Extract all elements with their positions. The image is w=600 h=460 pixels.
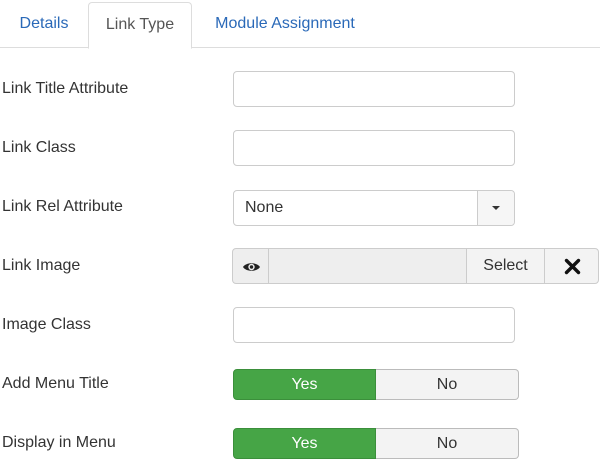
link-image-label: Link Image (2, 257, 81, 274)
display-in-menu-no[interactable]: No (376, 428, 519, 459)
link-title-attribute-input[interactable] (233, 71, 515, 107)
link-rel-selected-value: None (245, 199, 284, 216)
image-path-display (268, 248, 467, 284)
link-title-attribute-label: Link Title Attribute (2, 80, 129, 97)
link-class-label: Link Class (2, 139, 76, 156)
tab-module-assignment[interactable]: Module Assignment (192, 2, 378, 48)
close-icon (564, 258, 581, 275)
add-menu-title-yes[interactable]: Yes (233, 369, 376, 400)
clear-image-button[interactable] (544, 248, 599, 284)
link-image-field: Select (232, 248, 599, 284)
select-image-button[interactable]: Select (466, 248, 545, 284)
display-in-menu-toggle: Yes No (233, 428, 519, 459)
link-rel-attribute-select[interactable]: None (233, 190, 515, 226)
display-in-menu-yes[interactable]: Yes (233, 428, 376, 459)
link-class-input[interactable] (233, 130, 515, 166)
tab-details[interactable]: Details (0, 2, 88, 48)
add-menu-title-toggle: Yes No (233, 369, 519, 400)
tab-link-type[interactable]: Link Type (88, 2, 192, 49)
preview-button[interactable] (232, 248, 269, 284)
display-in-menu-label: Display in Menu (2, 434, 116, 451)
add-menu-title-no[interactable]: No (376, 369, 519, 400)
caret-down-icon (492, 206, 500, 210)
image-class-label: Image Class (2, 316, 91, 333)
image-class-input[interactable] (233, 307, 515, 343)
dropdown-toggle[interactable] (477, 191, 514, 225)
eye-icon (243, 263, 260, 271)
tab-bar: Details Link Type Module Assignment (0, 0, 600, 49)
link-rel-attribute-label: Link Rel Attribute (2, 198, 123, 215)
add-menu-title-label: Add Menu Title (2, 375, 109, 392)
